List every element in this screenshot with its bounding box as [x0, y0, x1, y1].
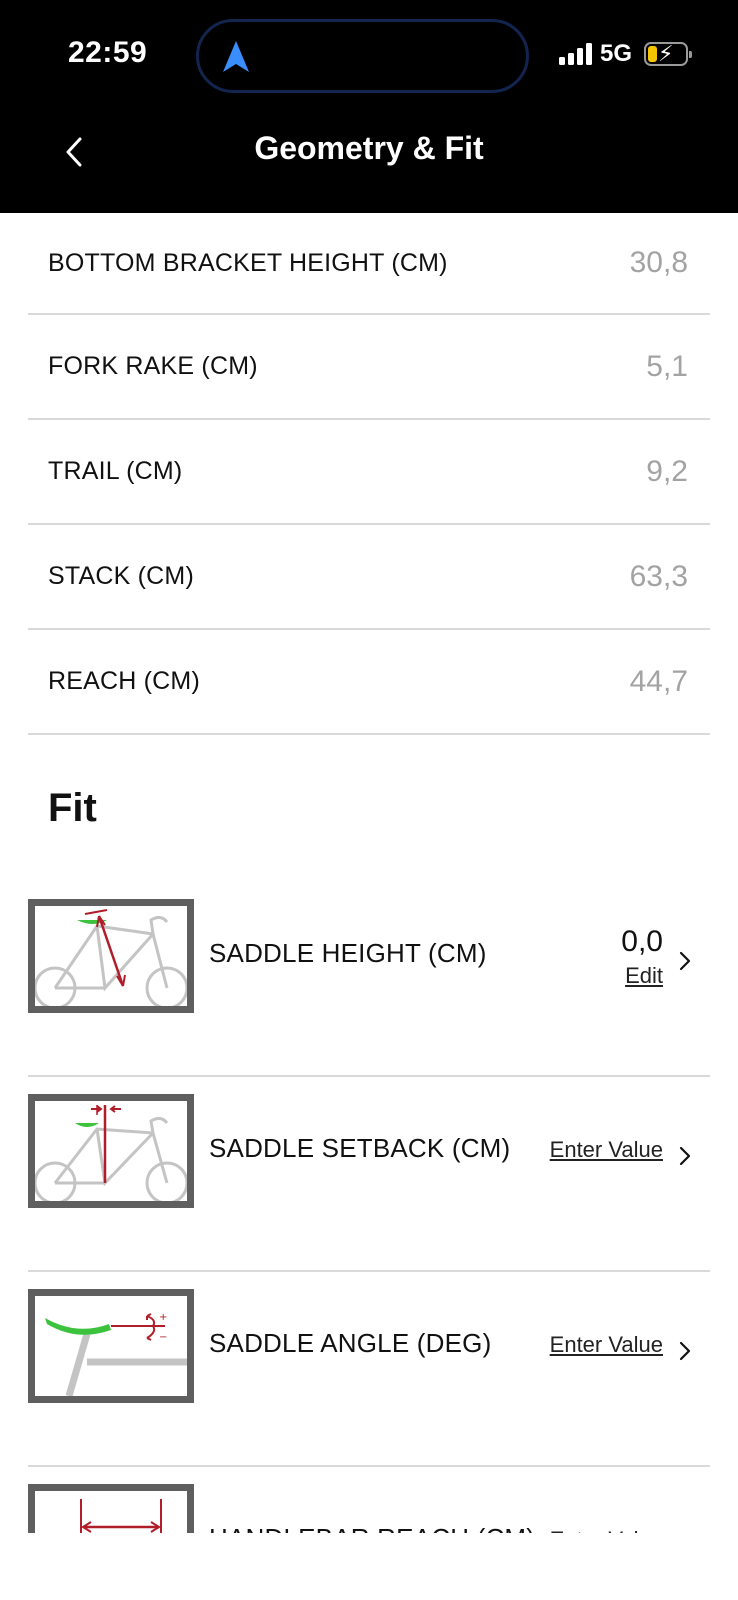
cellular-signal-icon	[558, 43, 592, 65]
geometry-value: 9,2	[646, 454, 688, 488]
geometry-row: FORK RAKE (CM) 5,1	[28, 315, 710, 420]
bike-saddle-setback-icon	[35, 1105, 187, 1201]
app-header: 22:59 5G ⚡ Geometry & Fit	[0, 0, 738, 213]
saddle-angle-illustration: + −	[28, 1289, 194, 1403]
fit-item-label: SADDLE ANGLE (DEG)	[209, 1328, 492, 1358]
page-title: Geometry & Fit	[254, 130, 484, 166]
chevron-right-icon	[679, 1341, 691, 1361]
geometry-row: REACH (CM) 44,7	[28, 630, 710, 735]
geometry-value: 44,7	[629, 664, 688, 698]
navigation-arrow-icon	[223, 41, 249, 72]
fit-item-label: SADDLE HEIGHT (CM)	[209, 938, 487, 968]
dynamic-island	[196, 19, 529, 93]
bottom-safe-area	[0, 1533, 738, 1600]
enter-value-link[interactable]: Enter Value	[550, 1332, 663, 1358]
bike-saddle-angle-icon: + −	[45, 1312, 187, 1396]
fit-item-saddle-height[interactable]: SADDLE HEIGHT (CM) 0,0 Edit	[28, 882, 710, 1077]
fit-section-title: Fit	[48, 786, 97, 830]
enter-value-link[interactable]: Enter Value	[550, 1137, 663, 1163]
geometry-row: BOTTOM BRACKET HEIGHT (CM) 30,8	[28, 213, 710, 315]
geometry-label: FORK RAKE (CM)	[48, 352, 258, 380]
bike-saddle-height-icon	[35, 909, 187, 1006]
chevron-right-icon	[679, 951, 691, 971]
network-type: 5G	[599, 40, 632, 67]
status-time: 22:59	[68, 36, 148, 69]
saddle-setback-illustration	[28, 1094, 194, 1208]
fit-list: SADDLE HEIGHT (CM) 0,0 Edit SADDLE SETBA…	[28, 882, 710, 1587]
svg-text:−: −	[159, 1332, 167, 1343]
status-indicators: 5G ⚡	[558, 40, 692, 68]
fit-item-saddle-angle[interactable]: + − SADDLE ANGLE (DEG) Enter Value	[28, 1272, 710, 1467]
geometry-value: 5,1	[646, 349, 688, 383]
geometry-row: STACK (CM) 63,3	[28, 525, 710, 630]
fit-value-block: 0,0 Edit	[621, 925, 663, 989]
geometry-value: 30,8	[629, 246, 688, 279]
geometry-label: REACH (CM)	[48, 667, 200, 695]
chevron-right-icon	[679, 1146, 691, 1166]
geometry-list: BOTTOM BRACKET HEIGHT (CM) 30,8 FORK RAK…	[28, 213, 710, 735]
battery-charging-icon: ⚡	[644, 41, 692, 66]
saddle-height-illustration	[28, 899, 194, 1013]
fit-item-label: SADDLE SETBACK (CM)	[209, 1133, 511, 1163]
geometry-label: BOTTOM BRACKET HEIGHT (CM)	[48, 248, 448, 277]
geometry-label: STACK (CM)	[48, 562, 194, 590]
svg-text:+: +	[159, 1312, 167, 1323]
fit-item-saddle-setback[interactable]: SADDLE SETBACK (CM) Enter Value	[28, 1077, 710, 1272]
edit-link[interactable]: Edit	[621, 963, 663, 989]
geometry-label: TRAIL (CM)	[48, 457, 183, 485]
geometry-value: 63,3	[629, 559, 688, 593]
fit-item-value: 0,0	[621, 925, 663, 958]
geometry-row: TRAIL (CM) 9,2	[28, 420, 710, 525]
